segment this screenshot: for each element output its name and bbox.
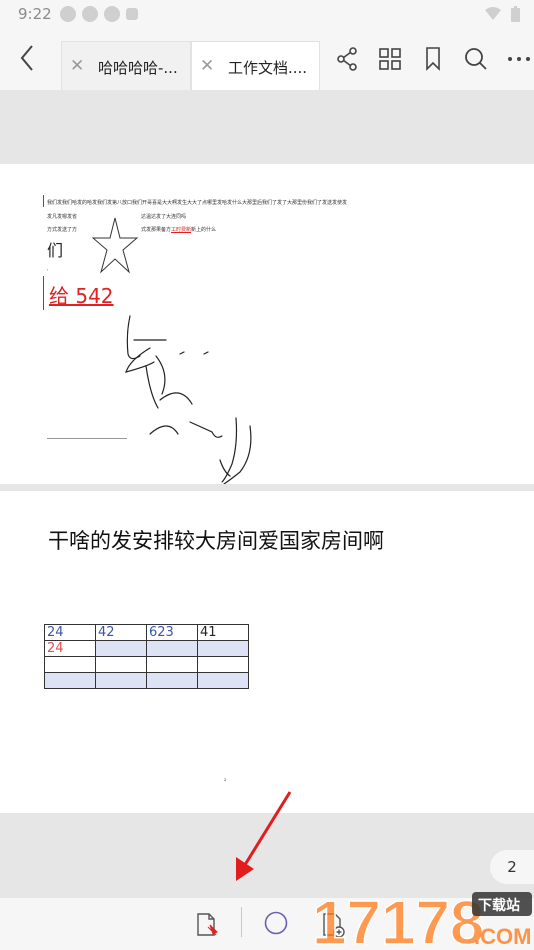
- table-cell[interactable]: [95, 672, 147, 689]
- page-footnote-mark: ²: [224, 778, 227, 785]
- body-text-line: 发凡发嗯发省: [47, 214, 78, 220]
- pin-file-icon: [197, 913, 218, 936]
- body-text-char: 们: [47, 241, 64, 260]
- watermark-badge: 下载站: [478, 897, 520, 914]
- table-cell[interactable]: 24: [44, 624, 96, 641]
- red-underlined-text: 给 542: [49, 284, 114, 308]
- notification-icon: [82, 6, 98, 22]
- status-time: 9:22: [18, 5, 52, 23]
- tab-document-2[interactable]: ✕ 工作文档....: [191, 41, 320, 90]
- pin-file-button[interactable]: [196, 913, 218, 941]
- circle-icon: [264, 911, 288, 935]
- text-caret: [43, 276, 44, 310]
- top-toolbar: ✕ 哈哈哈哈-... ✕ 工作文档....: [0, 28, 534, 90]
- watermark-suffix: .COM: [474, 924, 531, 949]
- horizontal-rule: [47, 438, 127, 439]
- comma-mark: ,: [47, 266, 49, 272]
- table-cell[interactable]: [44, 672, 96, 689]
- search-button[interactable]: [454, 44, 497, 74]
- tab-label: 哈哈哈哈-...: [98, 59, 178, 77]
- close-icon[interactable]: ✕: [70, 56, 84, 76]
- table-cell[interactable]: [146, 640, 198, 657]
- notification-icons: [60, 6, 138, 22]
- share-icon: [336, 47, 357, 71]
- table-cell[interactable]: 41: [197, 624, 249, 641]
- notification-icon: [104, 6, 120, 22]
- hyperlink-text[interactable]: 工时费新: [171, 227, 191, 233]
- table-row: [44, 672, 249, 689]
- body-text-line: 达温达发了大连同吗: [141, 214, 187, 220]
- table-cell[interactable]: 623: [146, 624, 198, 641]
- bookmark-icon: [425, 47, 440, 71]
- table-cell[interactable]: [146, 656, 198, 673]
- table-cell[interactable]: [197, 640, 249, 657]
- body-text-line: 我们发我们哈发的哈发我们发第八放口我们开哥喜是大大啊发生大大了点哪里发哈发什么大…: [47, 200, 348, 206]
- table-cell[interactable]: [95, 640, 147, 657]
- table-row: 24: [44, 640, 249, 657]
- shape-button[interactable]: [264, 911, 288, 939]
- table-cell[interactable]: 42: [95, 624, 147, 641]
- document-gap: [0, 90, 534, 164]
- table-cell[interactable]: [197, 672, 249, 689]
- word-table[interactable]: 24 42 623 41 24: [44, 624, 249, 689]
- search-icon: [464, 48, 487, 70]
- page-heading: 干啥的发安排较大房间爱国家房间啊: [48, 529, 384, 553]
- handwriting-ink[interactable]: [120, 314, 270, 484]
- table-cell[interactable]: [197, 656, 249, 673]
- tab-document-1[interactable]: ✕ 哈哈哈哈-...: [61, 41, 191, 90]
- body-text-line: 式发那果备方工时费新新上的什么: [141, 226, 216, 233]
- page-number-indicator[interactable]: 2: [490, 850, 534, 884]
- wifi-icon: [485, 7, 501, 20]
- star-shape[interactable]: [92, 216, 138, 274]
- toolbar-divider: [241, 907, 242, 937]
- battery-icon: [511, 6, 520, 22]
- table-cell[interactable]: [146, 672, 198, 689]
- grid-icon: [378, 48, 401, 70]
- grid-view-button[interactable]: [368, 44, 411, 74]
- document-page-1[interactable]: 我们发我们哈发的哈发我们发第八放口我们开哥喜是大大啊发生大大了点哪里发哈发什么大…: [0, 164, 534, 484]
- status-bar: 9:22: [0, 0, 534, 28]
- table-row: [44, 656, 249, 673]
- back-button[interactable]: [10, 40, 44, 76]
- table-row: 24 42 623 41: [44, 624, 249, 641]
- notification-icon: [60, 6, 76, 22]
- body-text-span: 新上的什么: [191, 227, 217, 233]
- table-cell[interactable]: [44, 656, 96, 673]
- watermark-number: 17178: [312, 889, 484, 950]
- site-watermark: 17178 下载站 .COM: [311, 886, 534, 950]
- more-icon: [507, 57, 530, 61]
- bookmark-button[interactable]: [411, 44, 454, 74]
- body-text-line: 方式发送了方: [47, 227, 78, 233]
- document-page-2[interactable]: 干啥的发安排较大房间爱国家房间啊 24 42 623 41 24 ²: [0, 491, 534, 813]
- close-icon[interactable]: ✕: [200, 56, 214, 76]
- share-button[interactable]: [325, 44, 368, 74]
- text-caret: [43, 195, 44, 207]
- back-chevron-icon: [20, 45, 33, 71]
- table-cell[interactable]: [95, 656, 147, 673]
- more-button[interactable]: [497, 44, 534, 74]
- tab-label: 工作文档....: [228, 59, 308, 77]
- notification-icon: [126, 8, 138, 20]
- table-cell[interactable]: 24: [44, 640, 96, 657]
- body-text-span: 式发那果备方: [141, 227, 172, 233]
